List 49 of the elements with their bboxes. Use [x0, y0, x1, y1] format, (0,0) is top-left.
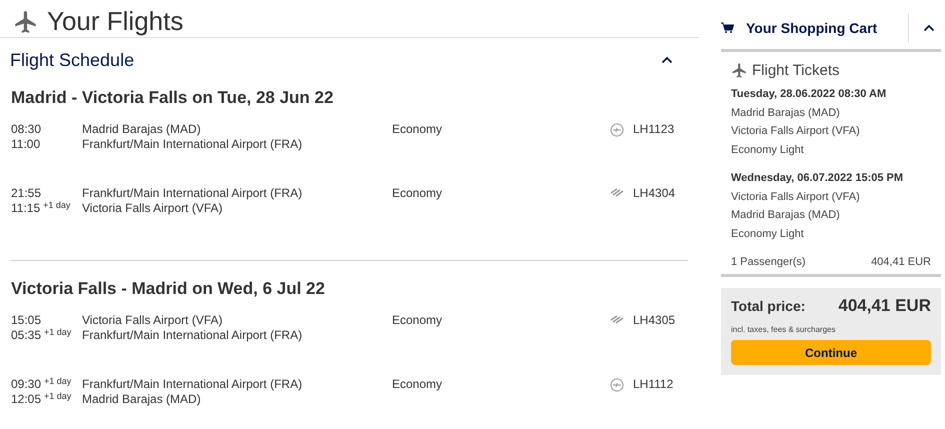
total-label: Total price:	[731, 298, 806, 314]
departure-airport: Victoria Falls Airport (VFA)	[82, 313, 224, 328]
route-heading: Madrid - Victoria Falls on Tue, 28 Jun 22	[11, 88, 334, 108]
section-title: Flight Tickets	[752, 62, 840, 79]
arrival-airport: Frankfurt/Main International Airport (FRA)	[82, 328, 304, 343]
arrival-airport: Madrid Barajas (MAD)	[82, 392, 202, 407]
ticket-detail: Victoria Falls Airport (VFA)	[731, 190, 861, 204]
cart-icon	[721, 22, 734, 33]
total-price: 404,41 EUR	[838, 296, 931, 316]
cabin-class: Economy	[392, 186, 444, 201]
flight-number: LH4305	[633, 313, 676, 328]
passenger-price: 404,41 EUR	[871, 256, 931, 268]
plane-icon	[731, 62, 748, 79]
arrival-time: 05:35 $^{+1 day}$	[11, 328, 72, 343]
ticket-detail: Victoria Falls Airport (VFA)	[731, 124, 861, 139]
chevron-up-icon	[923, 24, 935, 32]
departure-time: 15:05	[11, 313, 42, 328]
cabin-class: Economy	[392, 313, 444, 328]
passenger-count: 1 Passenger(s)	[731, 256, 806, 268]
price-note: incl. taxes, fees & surcharges	[731, 325, 836, 334]
ticket-date: Wednesday, 06.07.2022 15:05 PM	[731, 171, 904, 186]
arrival-time: 12:05 $^{+1 day}$	[11, 392, 72, 407]
arrival-airport: Victoria Falls Airport (VFA)	[82, 201, 224, 216]
arrival-airport: Frankfurt/Main International Airport (FRA)	[82, 137, 304, 152]
plane-icon	[13, 8, 39, 34]
flight-number: LH1123	[633, 122, 676, 137]
cart-title: Your Shopping Cart	[746, 20, 878, 36]
section-title: Flight Schedule	[10, 50, 134, 70]
departure-airport: Frankfurt/Main International Airport (FRA)	[82, 186, 304, 201]
cabin-class: Economy	[392, 122, 444, 137]
ticket-detail: Economy Light	[731, 142, 805, 158]
departure-time: 21:55	[11, 186, 42, 201]
page-title: Your Flights	[47, 6, 184, 37]
flight-number: LH1112	[633, 377, 674, 392]
departure-time: 08:30	[11, 122, 42, 137]
chevron-up-icon	[661, 56, 673, 64]
continue-button[interactable]: Continue	[731, 340, 931, 365]
ticket-detail: Madrid Barajas (MAD)	[731, 208, 841, 223]
cabin-class: Economy	[392, 377, 444, 392]
departure-airport: Frankfurt/Main International Airport (FRA)	[82, 377, 304, 392]
arrival-time: 11:00	[11, 137, 42, 152]
route-heading: Victoria Falls - Madrid on Wed, 6 Jul 22	[11, 279, 326, 299]
departure-airport: Madrid Barajas (MAD)	[82, 122, 202, 137]
departure-time: 09:30 $^{+1 day}$	[11, 377, 72, 392]
ticket-detail: Madrid Barajas (MAD)	[731, 106, 841, 120]
arrival-time: 11:15 $^{+1 day}$	[11, 201, 72, 216]
flight-number: LH4304	[633, 186, 676, 201]
ticket-date: Tuesday, 28.06.2022 08:30 AM	[731, 87, 888, 102]
ticket-detail: Economy Light	[731, 226, 805, 242]
